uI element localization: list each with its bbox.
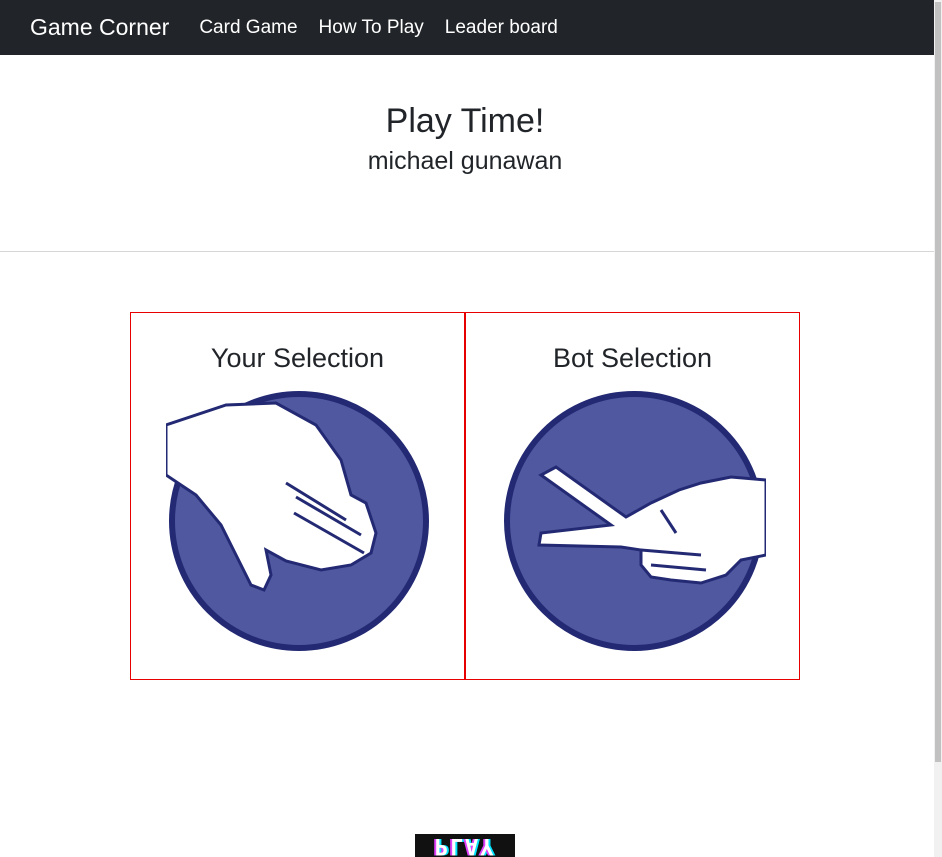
nav-link-how-to-play[interactable]: How To Play: [319, 17, 424, 39]
your-selection-card: Your Selection: [130, 312, 465, 680]
your-selection-title: Your Selection: [210, 343, 385, 373]
top-navbar: Game Corner Card Game How To Play Leader…: [0, 0, 934, 55]
bot-selection-title: Bot Selection: [552, 343, 713, 373]
nav-link-card-game[interactable]: Card Game: [199, 17, 297, 39]
page-title: Play Time!: [385, 102, 545, 140]
nav-link-leader-board[interactable]: Leader board: [445, 17, 558, 39]
brand-link[interactable]: Game Corner: [30, 14, 169, 41]
bot-selection-card: Bot Selection: [465, 312, 800, 680]
page-scrollbar[interactable]: [934, 0, 942, 857]
scissors-hand-icon: [504, 391, 766, 651]
player-name: michael gunawan: [367, 147, 563, 175]
paper-hand-icon: [166, 391, 429, 651]
scrollbar-thumb[interactable]: [935, 2, 941, 762]
play-logo[interactable]: PLAY: [415, 834, 515, 857]
